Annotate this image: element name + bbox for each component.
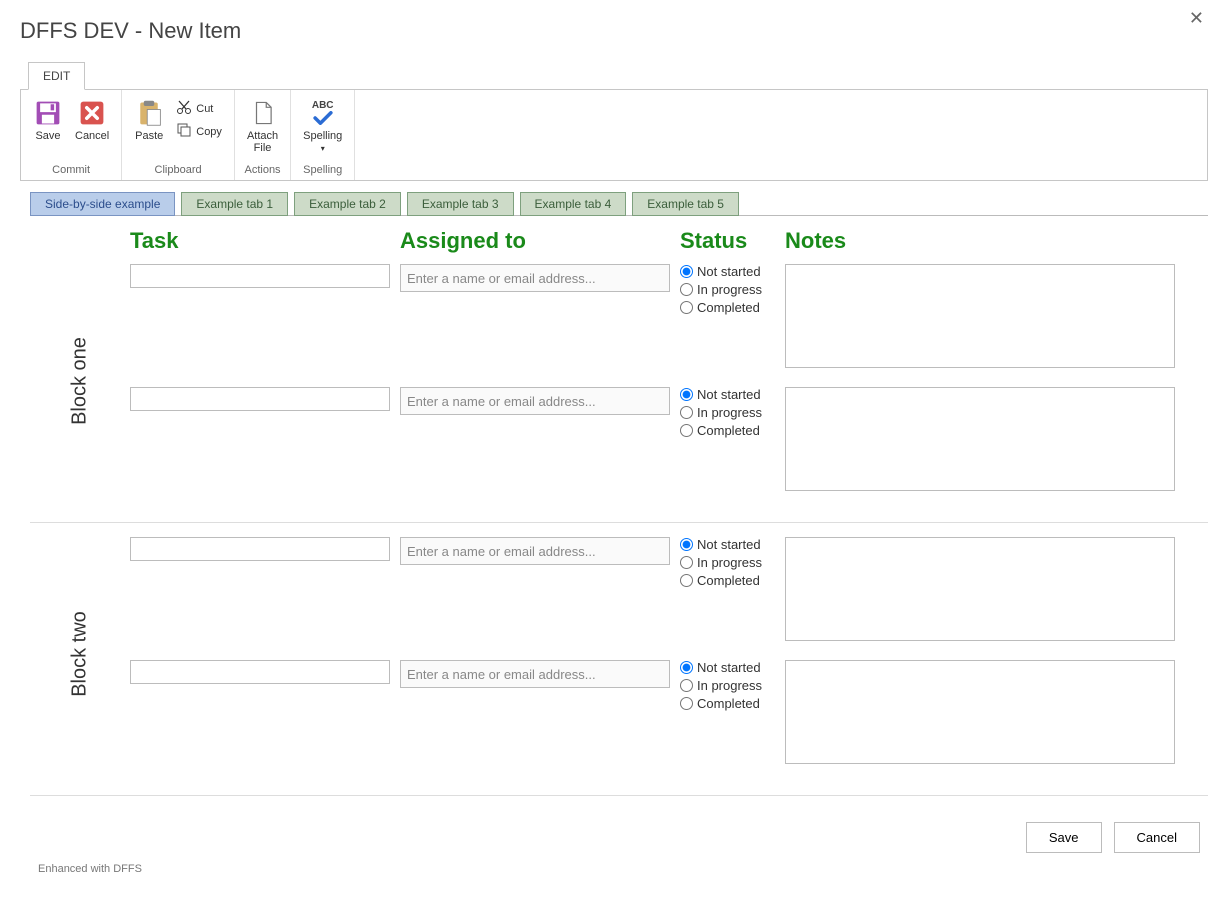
spelling-icon: ABC — [308, 98, 338, 128]
tab-example-1[interactable]: Example tab 1 — [181, 192, 288, 216]
task-input[interactable] — [130, 660, 390, 684]
close-icon: ✕ — [1189, 8, 1204, 28]
save-button[interactable]: Save — [29, 96, 67, 144]
task-input[interactable] — [130, 264, 390, 288]
status-radio[interactable] — [680, 265, 693, 278]
header-assigned: Assigned to — [400, 228, 680, 254]
ribbon: EDIT Save Cancel — [20, 62, 1208, 181]
status-option-not_started[interactable]: Not started — [680, 660, 775, 675]
assigned-input[interactable] — [400, 660, 670, 688]
tab-example-5[interactable]: Example tab 5 — [632, 192, 739, 216]
status-label: Not started — [697, 387, 761, 402]
tab-example-4[interactable]: Example tab 4 — [520, 192, 627, 216]
header-notes: Notes — [785, 228, 1185, 254]
status-option-in_progress[interactable]: In progress — [680, 555, 775, 570]
tab-side-by-side[interactable]: Side-by-side example — [30, 192, 175, 216]
header-task: Task — [130, 228, 400, 254]
status-radio[interactable] — [680, 283, 693, 296]
ribbon-group-actions: Attach File Actions — [235, 90, 291, 180]
block-label: Block one — [69, 337, 92, 425]
footer-cancel-button[interactable]: Cancel — [1114, 822, 1200, 853]
copy-button[interactable]: Copy — [172, 121, 226, 142]
assigned-input[interactable] — [400, 264, 670, 292]
notes-input[interactable] — [785, 537, 1175, 641]
notes-input[interactable] — [785, 660, 1175, 764]
status-option-in_progress[interactable]: In progress — [680, 282, 775, 297]
status-radio[interactable] — [680, 679, 693, 692]
status-label: Completed — [697, 300, 760, 315]
status-label: Not started — [697, 660, 761, 675]
notes-input[interactable] — [785, 264, 1175, 368]
block-label: Block two — [69, 611, 92, 697]
notes-input[interactable] — [785, 387, 1175, 491]
copy-icon — [176, 122, 192, 141]
tab-example-2[interactable]: Example tab 2 — [294, 192, 401, 216]
assigned-input[interactable] — [400, 537, 670, 565]
status-label: Not started — [697, 264, 761, 279]
status-label: Completed — [697, 423, 760, 438]
assigned-input[interactable] — [400, 387, 670, 415]
status-radio[interactable] — [680, 697, 693, 710]
chevron-down-icon: ▾ — [321, 144, 325, 153]
block: Block two Not started In progress Completed… — [30, 531, 1208, 796]
form-row: Not started In progress Completed — [130, 381, 1208, 504]
status-option-not_started[interactable]: Not started — [680, 387, 775, 402]
status-radio[interactable] — [680, 406, 693, 419]
attach-file-icon — [248, 98, 278, 128]
column-headers: Task Assigned to Status Notes — [130, 222, 1208, 258]
status-label: Completed — [697, 573, 760, 588]
status-label: Completed — [697, 696, 760, 711]
ribbon-tab-edit[interactable]: EDIT — [28, 62, 85, 90]
status-option-completed[interactable]: Completed — [680, 573, 775, 588]
cancel-icon — [77, 98, 107, 128]
close-button[interactable]: ✕ — [1181, 4, 1212, 33]
task-input[interactable] — [130, 537, 390, 561]
status-option-in_progress[interactable]: In progress — [680, 405, 775, 420]
paste-icon — [134, 98, 164, 128]
ribbon-group-commit: Save Cancel Commit — [21, 90, 122, 180]
title-bar: DFFS DEV - New Item ✕ — [20, 0, 1208, 58]
block: Block one Not started In progress Completed… — [30, 258, 1208, 523]
status-label: Not started — [697, 537, 761, 552]
save-icon — [33, 98, 63, 128]
header-status: Status — [680, 228, 785, 254]
status-option-not_started[interactable]: Not started — [680, 264, 775, 279]
form-row: Not started In progress Completed — [130, 654, 1208, 777]
status-option-not_started[interactable]: Not started — [680, 537, 775, 552]
status-option-in_progress[interactable]: In progress — [680, 678, 775, 693]
status-option-completed[interactable]: Completed — [680, 423, 775, 438]
form-row: Not started In progress Completed — [130, 531, 1208, 654]
enhanced-label: Enhanced with DFFS — [30, 857, 1208, 875]
status-radio[interactable] — [680, 424, 693, 437]
spelling-button[interactable]: ABC Spelling▾ — [299, 96, 346, 156]
status-label: In progress — [697, 678, 762, 693]
status-radio[interactable] — [680, 301, 693, 314]
ribbon-group-clipboard: Paste Cut Copy — [122, 90, 235, 180]
status-radio[interactable] — [680, 538, 693, 551]
cut-button[interactable]: Cut — [172, 98, 217, 119]
task-input[interactable] — [130, 387, 390, 411]
status-label: In progress — [697, 405, 762, 420]
status-radio[interactable] — [680, 388, 693, 401]
form-row: Not started In progress Completed — [130, 258, 1208, 381]
cut-icon — [176, 99, 192, 118]
cancel-button[interactable]: Cancel — [71, 96, 113, 144]
status-option-completed[interactable]: Completed — [680, 696, 775, 711]
status-radio[interactable] — [680, 661, 693, 674]
attach-file-button[interactable]: Attach File — [243, 96, 282, 156]
status-label: In progress — [697, 555, 762, 570]
status-radio[interactable] — [680, 574, 693, 587]
status-radio[interactable] — [680, 556, 693, 569]
status-label: In progress — [697, 282, 762, 297]
page-title: DFFS DEV - New Item — [20, 18, 1208, 44]
form-tabs: Side-by-side example Example tab 1 Examp… — [30, 191, 1208, 216]
tab-example-3[interactable]: Example tab 3 — [407, 192, 514, 216]
footer-bar: Save Cancel — [30, 804, 1208, 857]
status-option-completed[interactable]: Completed — [680, 300, 775, 315]
ribbon-group-spelling: ABC Spelling▾ Spelling — [291, 90, 355, 180]
paste-button[interactable]: Paste — [130, 96, 168, 144]
footer-save-button[interactable]: Save — [1026, 822, 1102, 853]
